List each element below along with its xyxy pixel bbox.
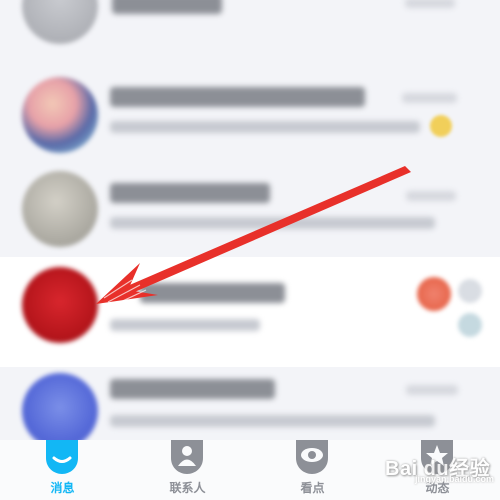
conversation-name-blurred <box>110 87 365 107</box>
watermark-subtext: jingyan.baidu.com <box>415 474 495 484</box>
contacts-icon <box>171 440 203 474</box>
tab-messages[interactable]: 消息 <box>0 440 125 500</box>
conversation-time-blurred <box>402 93 457 103</box>
tab-contacts[interactable]: 联系人 <box>125 440 250 500</box>
chat-bubble-icon <box>46 440 78 474</box>
conversation-time-blurred <box>406 385 458 395</box>
avatar <box>22 171 98 247</box>
emoji-icon <box>430 115 452 137</box>
avatar <box>22 373 98 449</box>
mini-avatar-icon <box>458 313 482 337</box>
baidu-watermark: Bai du经验 jingyan.baidu.com <box>385 444 495 490</box>
eye-icon <box>296 440 328 474</box>
conversation-list <box>0 0 500 449</box>
mini-avatar-icon <box>458 279 482 303</box>
list-item[interactable] <box>0 0 500 55</box>
avatar <box>22 77 98 153</box>
tab-label: 看点 <box>300 481 325 495</box>
conversation-preview-blurred <box>110 415 435 427</box>
conversation-time-blurred <box>405 0 455 8</box>
conversation-preview-blurred <box>110 319 260 331</box>
list-item[interactable] <box>0 165 500 257</box>
list-item-highlighted[interactable] <box>0 257 500 367</box>
conversation-preview-blurred <box>110 121 420 133</box>
tab-label: 联系人 <box>169 481 206 495</box>
conversation-name-blurred <box>140 283 285 303</box>
list-item[interactable] <box>0 367 500 449</box>
list-item[interactable] <box>0 55 500 165</box>
avatar <box>22 0 98 44</box>
conversation-name-blurred <box>110 379 275 399</box>
conversation-preview-blurred <box>110 217 435 229</box>
conversation-time-blurred <box>406 191 456 201</box>
mini-avatar-icon <box>417 277 451 311</box>
conversation-name-blurred <box>112 0 222 14</box>
avatar <box>22 267 98 343</box>
conversation-name-blurred <box>110 183 270 203</box>
tab-label: 消息 <box>50 481 75 495</box>
tab-discover[interactable]: 看点 <box>250 440 375 500</box>
